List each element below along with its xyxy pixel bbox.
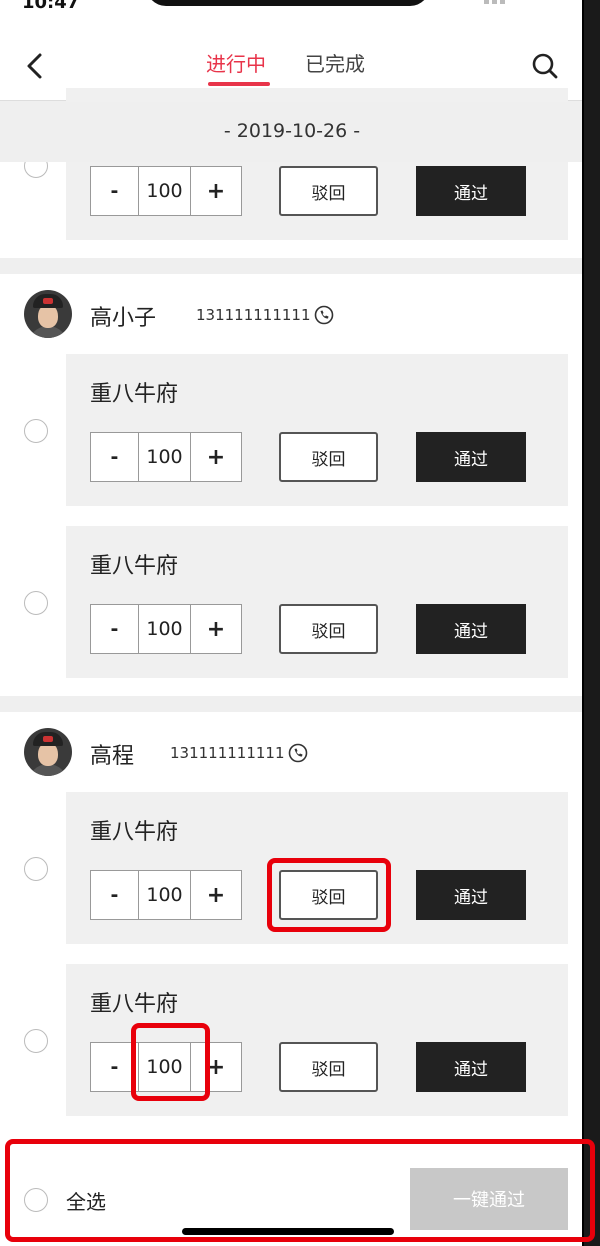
pass-button[interactable]: 通过: [416, 604, 526, 654]
decrement-button[interactable]: -: [91, 871, 139, 919]
reject-button[interactable]: 驳回: [279, 604, 378, 654]
item-radio[interactable]: [24, 419, 48, 443]
phone-number: 131111111111: [196, 306, 311, 324]
item-title: 重八牛府: [90, 382, 179, 407]
user-name: 高小子: [90, 306, 157, 331]
reject-button[interactable]: 驳回: [279, 1042, 378, 1092]
user-group: 高程 131111111111 重八牛府 - 100 + 驳回 通过 重八牛府 …: [0, 712, 582, 1136]
select-all-label[interactable]: 全选: [66, 1186, 106, 1215]
pass-button[interactable]: 通过: [416, 870, 526, 920]
item-title: 重八牛府: [90, 992, 179, 1017]
increment-button[interactable]: +: [191, 167, 241, 215]
quantity-stepper[interactable]: - 100 +: [90, 1042, 242, 1092]
quantity-value[interactable]: 100: [139, 167, 191, 215]
avatar-hat-band: [43, 298, 53, 304]
item-title: 重八牛府: [90, 554, 179, 579]
decrement-button[interactable]: -: [91, 605, 139, 653]
notch: [146, 0, 430, 6]
status-indicators: [484, 0, 554, 4]
phone-number: 131111111111: [170, 744, 285, 762]
home-indicator: [182, 1228, 394, 1235]
quantity-value[interactable]: 100: [139, 1043, 191, 1091]
phone-screen: 10:47 进行中 已完成 - 2019-10-26 -: [0, 0, 584, 1246]
avatar: [24, 728, 72, 776]
chevron-left-icon[interactable]: [24, 52, 46, 80]
avatar-hat-band: [43, 736, 53, 742]
user-name: 高程: [90, 744, 135, 769]
quantity-value[interactable]: 100: [139, 605, 191, 653]
item-card: 重八牛府 - 100 + 驳回 通过: [66, 354, 568, 506]
signal-icon: [484, 0, 489, 4]
increment-button[interactable]: +: [191, 1043, 241, 1091]
select-all-radio[interactable]: [24, 1188, 48, 1212]
status-time: 10:47: [22, 0, 80, 13]
increment-button[interactable]: +: [191, 433, 241, 481]
increment-button[interactable]: +: [191, 871, 241, 919]
quantity-stepper[interactable]: - 100 +: [90, 604, 242, 654]
item-radio[interactable]: [24, 1029, 48, 1053]
one-key-pass-button[interactable]: 一键通过: [410, 1168, 568, 1230]
user-header: 高程 131111111111: [0, 712, 582, 792]
reject-button[interactable]: 驳回: [279, 432, 378, 482]
reject-button[interactable]: 驳回: [279, 166, 378, 216]
date-label: - 2019-10-26 -: [223, 120, 361, 142]
tab-in-progress[interactable]: 进行中: [206, 48, 270, 86]
avatar: [24, 290, 72, 338]
signal-bar: [492, 0, 497, 4]
pass-button[interactable]: 通过: [416, 432, 526, 482]
signal-bar: [500, 0, 505, 4]
quantity-stepper[interactable]: - 100 +: [90, 166, 242, 216]
quantity-value[interactable]: 100: [139, 433, 191, 481]
item-card: 重八牛府 - 100 + 驳回 通过: [66, 526, 568, 678]
decrement-button[interactable]: -: [91, 433, 139, 481]
tab-label: 进行中: [206, 52, 266, 76]
user-group: 高小子 131111111111 重八牛府 - 100 + 驳回 通过 重八牛府…: [0, 274, 582, 696]
increment-button[interactable]: +: [191, 605, 241, 653]
tab-completed[interactable]: 已完成: [305, 48, 365, 77]
tab-label: 已完成: [305, 52, 365, 76]
quantity-stepper[interactable]: - 100 +: [90, 432, 242, 482]
date-divider-overlay: - 2019-10-26 -: [0, 102, 582, 162]
bottom-action-bar: 全选 一键通过: [0, 1136, 582, 1246]
item-radio[interactable]: [24, 857, 48, 881]
quantity-value[interactable]: 100: [139, 871, 191, 919]
item-radio[interactable]: [24, 591, 48, 615]
status-bar: 10:47: [0, 0, 582, 28]
user-header: 高小子 131111111111: [0, 274, 582, 354]
partial-group: - 100 + 驳回 通过: [0, 88, 582, 258]
reject-button[interactable]: 驳回: [279, 870, 378, 920]
item-card: 重八牛府 - 100 + 驳回 通过: [66, 964, 568, 1116]
decrement-button[interactable]: -: [91, 1043, 139, 1091]
item-title: 重八牛府: [90, 820, 179, 845]
tab-underline: [208, 82, 270, 86]
phone-icon[interactable]: [314, 305, 334, 325]
phone-icon[interactable]: [288, 743, 308, 763]
item-card: 重八牛府 - 100 + 驳回 通过: [66, 792, 568, 944]
quantity-stepper[interactable]: - 100 +: [90, 870, 242, 920]
pass-button[interactable]: 通过: [416, 1042, 526, 1092]
decrement-button[interactable]: -: [91, 167, 139, 215]
pass-button[interactable]: 通过: [416, 166, 526, 216]
search-icon[interactable]: [532, 52, 558, 80]
